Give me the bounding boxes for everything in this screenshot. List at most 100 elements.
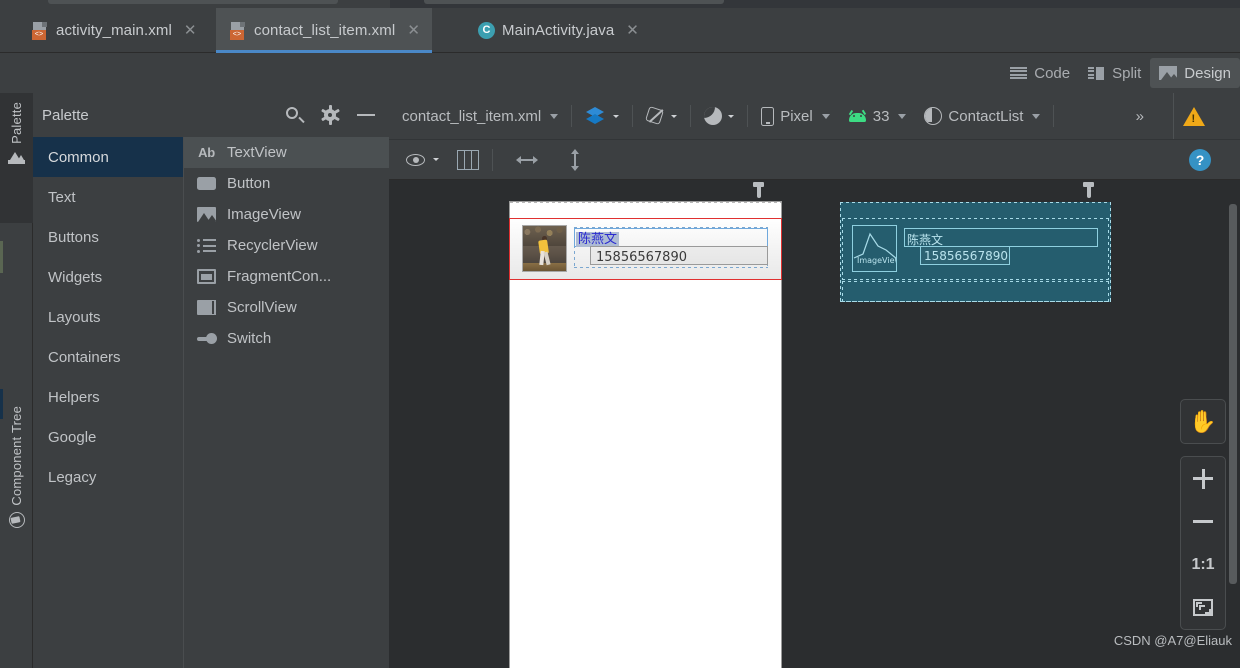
canvas-scrollbar-thumb[interactable] [1229, 204, 1237, 584]
vertical-resize-button[interactable] [559, 145, 591, 175]
blueprint-lower-band [842, 281, 1109, 302]
palette-item-switch[interactable]: Switch [184, 323, 389, 354]
orientation-dropdown[interactable] [637, 101, 686, 131]
switch-icon [196, 330, 217, 347]
android-studio-layout-editor: <> activity_main.xml ✕ <> contact_list_i… [0, 0, 1240, 668]
rotate-device-icon [645, 105, 665, 126]
chevron-double-right-icon: » [1135, 107, 1144, 125]
scrollview-icon [196, 299, 217, 316]
one-to-one-icon: 1:1 [1191, 555, 1215, 573]
palette-category-text[interactable]: Text [33, 177, 183, 217]
button-icon [196, 175, 217, 192]
palette-item-scrollview[interactable]: ScrollView [184, 292, 389, 323]
help-button[interactable]: ? [1180, 145, 1220, 175]
zoom-out-button[interactable] [1181, 500, 1225, 543]
ui-mode-dropdown[interactable] [695, 101, 743, 131]
horizontal-arrow-icon [516, 153, 538, 167]
view-mode-design[interactable]: Design [1150, 58, 1240, 88]
recyclerview-icon [196, 237, 217, 254]
zoom-in-button[interactable] [1181, 457, 1225, 500]
close-icon[interactable]: ✕ [184, 23, 197, 38]
device-label: Pixel [780, 107, 813, 125]
toolbar-divider [571, 105, 573, 127]
code-lines-icon [1010, 66, 1028, 80]
palette-item-button[interactable]: Button [184, 168, 389, 199]
palette-category-common[interactable]: Common [33, 137, 183, 177]
close-icon[interactable]: ✕ [407, 23, 420, 38]
top-strip [0, 0, 1240, 8]
contact-list-item-row[interactable]: 陈燕文 15856567890 [510, 218, 781, 280]
api-level-label: 33 [872, 107, 890, 125]
theme-dropdown[interactable]: ContactList [915, 101, 1049, 131]
warning-triangle-icon [1183, 106, 1205, 126]
palette-category-buttons[interactable]: Buttons [33, 217, 183, 257]
view-mode-split[interactable]: Split [1079, 58, 1150, 88]
close-icon[interactable]: ✕ [626, 23, 639, 38]
editor-tab-activity-main[interactable]: <> activity_main.xml ✕ [18, 8, 208, 53]
palette-item-label: Button [227, 175, 271, 192]
fit-screen-icon [1193, 599, 1213, 616]
editor-tab-main-activity[interactable]: C MainActivity.java ✕ [464, 8, 651, 53]
hand-pan-icon: ✋ [1189, 408, 1217, 434]
toolbar-divider [632, 105, 634, 127]
tool-window-button-component-tree[interactable]: Component Tree [0, 398, 33, 668]
palette-panel: Palette Common Text Buttons Widgets Layo… [33, 93, 389, 668]
imageview-icon [196, 206, 217, 223]
design-surface: contact_list_item.xml Pixel 33 ContactLi… [389, 93, 1240, 668]
blueprint-imageview[interactable]: ImageView [852, 225, 897, 272]
palette-item-textview[interactable]: Ab TextView [184, 137, 389, 168]
palette-category-google[interactable]: Google [33, 417, 183, 457]
top-strip-ghost-left [48, 0, 338, 4]
zoom-to-fit-button[interactable] [1181, 586, 1225, 629]
view-mode-label: Split [1112, 64, 1142, 82]
palette-item-label: FragmentCon... [227, 268, 332, 285]
visibility-dropdown[interactable] [397, 145, 448, 175]
minimize-icon[interactable] [357, 114, 375, 116]
palette-item-imageview[interactable]: ImageView [184, 199, 389, 230]
search-icon[interactable] [286, 106, 305, 124]
palette-item-recyclerview[interactable]: RecyclerView [184, 230, 389, 261]
left-tool-strip: Palette Component Tree [0, 93, 33, 668]
contact-avatar-imageview[interactable] [522, 225, 567, 272]
file-selector-dropdown[interactable]: contact_list_item.xml [393, 101, 567, 131]
tool-window-label: Palette [9, 102, 24, 144]
fragment-container-icon [196, 268, 217, 285]
device-dropdown[interactable]: Pixel [752, 101, 839, 131]
design-canvas[interactable]: 陈燕文 15856567890 ImageView 陈燕文 1585656789… [389, 180, 1240, 668]
chevron-down-icon [728, 114, 735, 118]
issues-warning-button[interactable] [1174, 101, 1214, 131]
zoom-controls-group: 1:1 [1180, 456, 1226, 630]
palette-category-layouts[interactable]: Layouts [33, 297, 183, 337]
chevron-down-icon [898, 113, 907, 119]
toolbar-overflow-button[interactable]: » [1127, 101, 1152, 131]
design-toolbar-row1: contact_list_item.xml Pixel 33 ContactLi… [389, 93, 1240, 139]
horizontal-resize-button[interactable] [507, 145, 547, 175]
rendered-preview[interactable]: 陈燕文 15856567890 [509, 202, 782, 668]
watermark-text: CSDN @A7@Eliauk [1113, 633, 1232, 648]
ui-mode-icon [704, 107, 723, 125]
api-level-dropdown[interactable]: 33 [839, 101, 916, 131]
chevron-down-icon [613, 114, 620, 118]
tool-window-button-palette[interactable]: Palette [0, 93, 33, 223]
palette-item-label: Switch [227, 330, 272, 347]
toolbar-divider [1053, 105, 1055, 127]
actual-size-button[interactable]: 1:1 [1181, 543, 1225, 586]
view-mode-bar: Code Split Design [0, 53, 1240, 93]
blueprint-phone-text: 15856567890 [924, 249, 1008, 263]
layers-dropdown[interactable] [576, 101, 628, 131]
layout-mode-button[interactable] [448, 145, 488, 175]
palette-item-fragment-container[interactable]: FragmentCon... [184, 261, 389, 292]
pan-button[interactable]: ✋ [1181, 400, 1225, 443]
palette-category-legacy[interactable]: Legacy [33, 457, 183, 497]
contact-phone-text: 15856567890 [596, 250, 687, 265]
palette-category-widgets[interactable]: Widgets [33, 257, 183, 297]
editor-tab-contact-list-item[interactable]: <> contact_list_item.xml ✕ [216, 8, 432, 53]
view-mode-code[interactable]: Code [1001, 58, 1079, 88]
palette-title: Palette [42, 106, 89, 124]
editor-tab-label: MainActivity.java [502, 22, 615, 39]
gear-icon[interactable] [320, 105, 340, 125]
eye-icon [406, 153, 427, 167]
palette-category-helpers[interactable]: Helpers [33, 377, 183, 417]
palette-category-containers[interactable]: Containers [33, 337, 183, 377]
blueprint-preview[interactable]: ImageView 陈燕文 15856567890 [840, 202, 1111, 302]
